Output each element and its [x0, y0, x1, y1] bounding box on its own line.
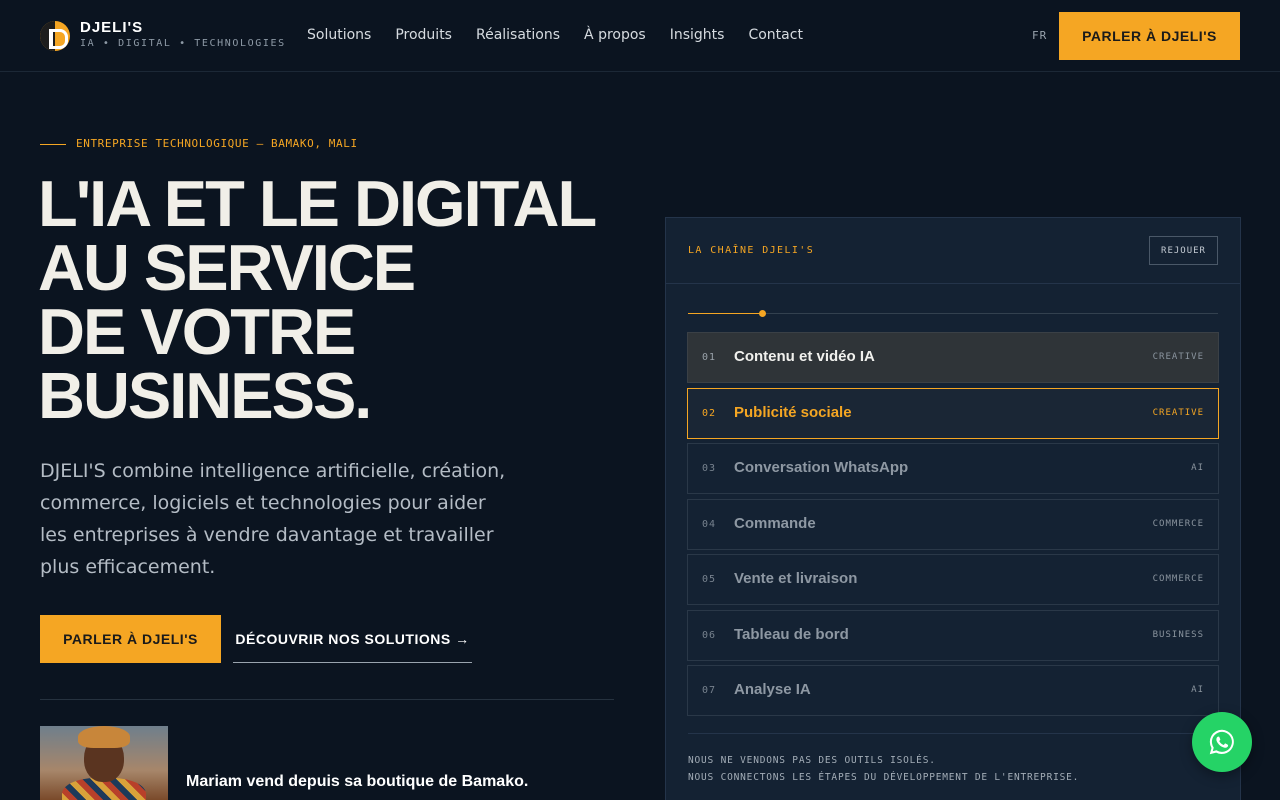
chain-panel-header: LA CHAÎNE DJELI'S REJOUER	[666, 218, 1240, 284]
chain-step[interactable]: 04 Commande COMMERCE	[687, 498, 1219, 550]
hero-eyebrow: ENTREPRISE TECHNOLOGIQUE — BAMAKO, MALI	[76, 137, 358, 150]
step-label: Vente et livraison	[734, 570, 858, 587]
hero-divider	[40, 699, 614, 700]
testimonial-photo	[40, 726, 168, 800]
nav-a-propos[interactable]: À propos	[584, 27, 646, 43]
language-switch[interactable]: FR	[1032, 29, 1047, 42]
hero-title-line: BUSINESS.	[38, 359, 372, 432]
step-label: Contenu et vidéo IA	[734, 348, 875, 365]
replay-button[interactable]: REJOUER	[1149, 236, 1218, 265]
step-category: CREATIVE	[1152, 352, 1204, 362]
step-category: AI	[1191, 685, 1204, 695]
step-category: COMMERCE	[1152, 518, 1204, 529]
nav-realisations[interactable]: Réalisations	[476, 27, 560, 43]
step-category: AI	[1191, 463, 1204, 473]
hero-title-line: DE VOTRE	[38, 295, 356, 368]
hero-title: L'IA ET LE DIGITAL AU SERVICE DE VOTRE B…	[38, 167, 638, 432]
step-label: Analyse IA	[734, 681, 811, 698]
header-cta-button[interactable]: PARLER À DJELI'S	[1059, 12, 1240, 60]
chain-step[interactable]: 05 Vente et livraison COMMERCE	[687, 554, 1219, 605]
chain-panel-note: NOUS NE VENDONS PAS DES OUTILS ISOLÉS. N…	[688, 752, 1079, 786]
chain-step[interactable]: 03 Conversation WhatsApp AI	[687, 443, 1219, 494]
step-number: 03	[702, 463, 717, 474]
chain-panel-title: LA CHAÎNE DJELI'S	[688, 245, 815, 256]
step-label: Commande	[734, 514, 816, 532]
chain-panel: LA CHAÎNE DJELI'S REJOUER 01 Contenu et …	[665, 217, 1241, 800]
step-category: CREATIVE	[1152, 407, 1204, 418]
step-number: 01	[702, 352, 717, 363]
testimonial-text: Mariam vend depuis sa boutique de Bamako…	[186, 773, 529, 790]
step-number: 04	[702, 518, 717, 530]
step-label: Tableau de bord	[734, 625, 849, 643]
chain-panel-divider	[688, 733, 1218, 734]
chain-steps: 01 Contenu et vidéo IA CREATIVE 02 Publi…	[687, 332, 1219, 721]
chain-step[interactable]: 07 Analyse IA AI	[687, 665, 1219, 716]
photo-headwrap	[78, 726, 130, 748]
hero-title-line: L'IA ET LE DIGITAL	[38, 167, 597, 240]
step-label: Publicité sociale	[734, 403, 852, 421]
eyebrow-line	[40, 144, 66, 145]
step-number: 07	[702, 685, 717, 696]
step-number: 06	[702, 629, 717, 641]
whatsapp-button[interactable]	[1192, 712, 1252, 772]
discover-solutions-link[interactable]: DÉCOUVRIR NOS SOLUTIONS →	[233, 615, 472, 663]
chain-note-line: NOUS NE VENDONS PAS DES OUTILS ISOLÉS.	[688, 755, 936, 766]
nav-contact[interactable]: Contact	[748, 27, 802, 43]
hero-title-line: AU SERVICE	[38, 231, 416, 304]
site-header: DJELI'S IA • DIGITAL • TECHNOLOGIES Solu…	[0, 0, 1280, 72]
nav-insights[interactable]: Insights	[670, 27, 725, 43]
main-nav: Solutions Produits Réalisations À propos…	[307, 27, 803, 43]
step-number: 05	[702, 574, 717, 585]
chain-progress-bar	[688, 310, 1218, 317]
brand-name[interactable]: DJELI'S	[80, 19, 143, 36]
chain-step[interactable]: 02 Publicité sociale CREATIVE	[687, 387, 1219, 439]
whatsapp-icon	[1209, 729, 1234, 755]
step-category: COMMERCE	[1152, 574, 1204, 584]
hero-description: DJELI'S combine intelligence artificiell…	[40, 460, 506, 578]
brand-tagline: IA • DIGITAL • TECHNOLOGIES	[80, 38, 286, 49]
hero-primary-button[interactable]: PARLER À DJELI'S	[40, 615, 221, 663]
chain-progress-fill	[688, 313, 763, 314]
chain-note-line: NOUS CONNECTONS LES ÉTAPES DU DÉVELOPPEM…	[688, 772, 1080, 783]
step-category: BUSINESS	[1152, 629, 1204, 640]
djelis-logo-icon[interactable]	[40, 21, 70, 51]
chain-progress-dot	[759, 310, 767, 317]
step-number: 02	[702, 407, 717, 419]
nav-solutions[interactable]: Solutions	[307, 27, 371, 43]
chain-step[interactable]: 06 Tableau de bord BUSINESS	[687, 609, 1219, 661]
nav-produits[interactable]: Produits	[395, 27, 452, 43]
chain-step[interactable]: 01 Contenu et vidéo IA CREATIVE	[687, 332, 1219, 383]
step-label: Conversation WhatsApp	[734, 459, 909, 476]
